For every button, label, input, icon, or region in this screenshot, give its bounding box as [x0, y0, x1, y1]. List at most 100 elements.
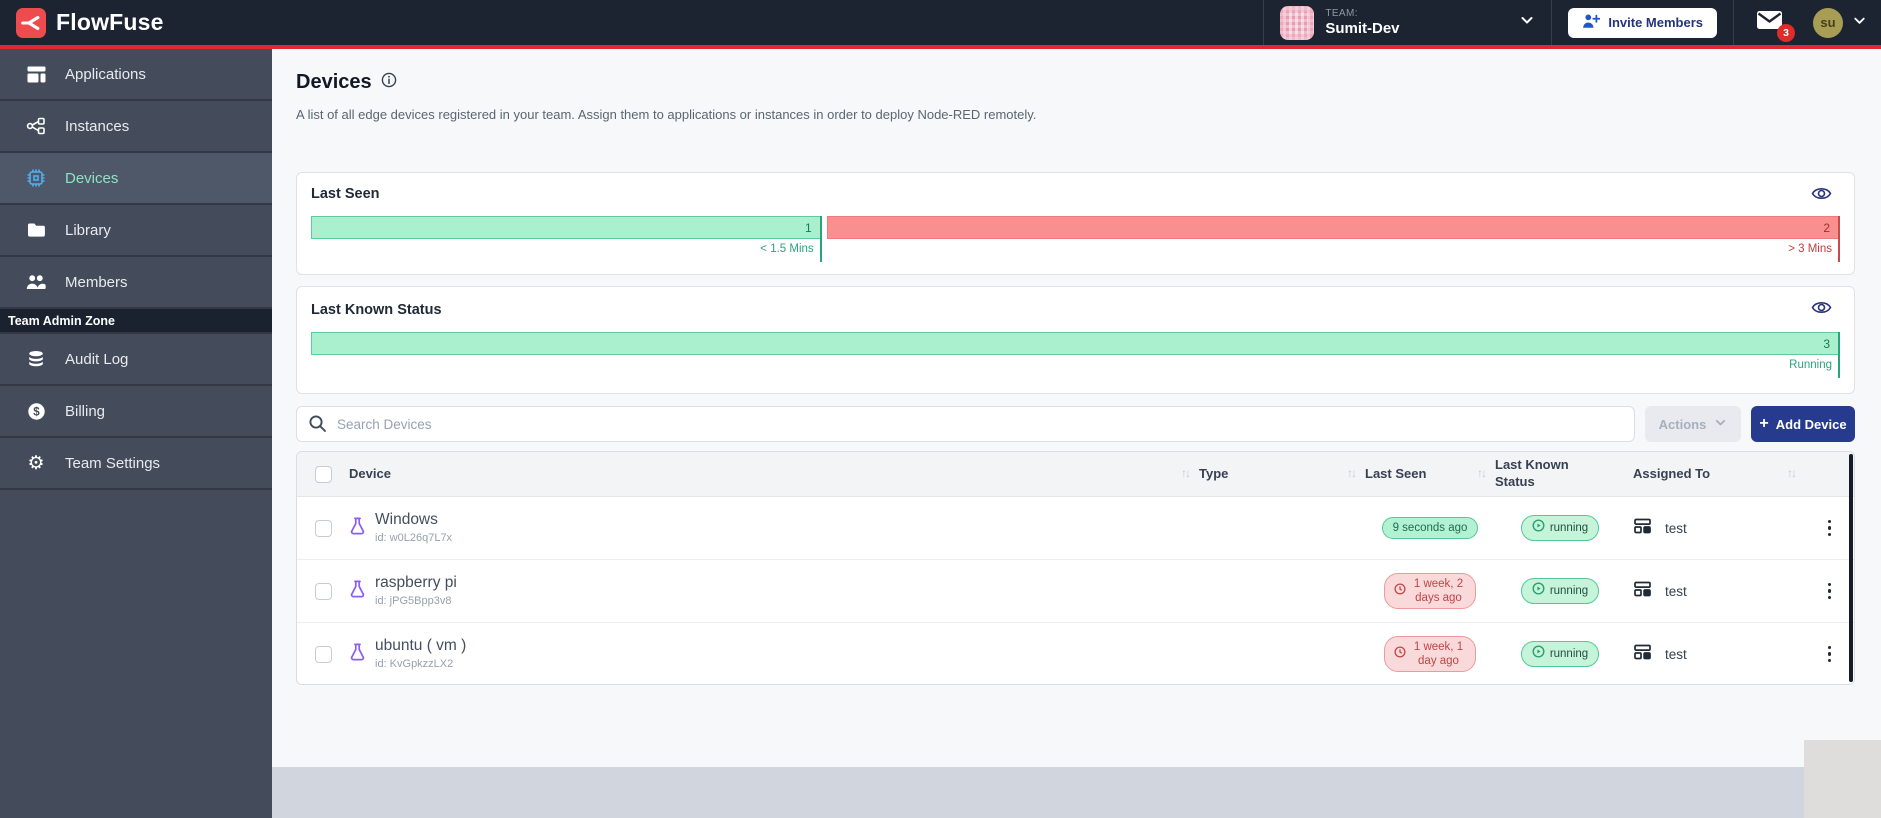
- table-row[interactable]: ubuntu ( vm ) id: KvGpkzzLX2 1 week, 1 d…: [297, 623, 1854, 684]
- assigned-to-link[interactable]: test: [1665, 584, 1687, 599]
- chevron-down-icon: [1714, 416, 1727, 432]
- last-known-status-card: Last Known Status 3 Running: [296, 286, 1855, 394]
- library-icon: [25, 222, 47, 238]
- device-id: id: KvGpkzzLX2: [375, 657, 454, 670]
- actions-button[interactable]: Actions: [1645, 406, 1741, 442]
- status-segment-running: 3 Running: [311, 332, 1840, 378]
- user-plus-icon: [1582, 13, 1601, 32]
- sidebar-item-label: Audit Log: [65, 350, 129, 368]
- add-device-label: Add Device: [1775, 416, 1847, 432]
- table-row[interactable]: raspberry pi id: jPG5Bpp3v8 1 week, 2 da…: [297, 560, 1854, 623]
- last-seen-badge: 9 seconds ago: [1381, 516, 1479, 540]
- col-header-last-known-status: Last Known Status: [1495, 457, 1569, 489]
- sort-icon[interactable]: ↑↓: [1787, 466, 1797, 482]
- col-header-device: Device: [349, 465, 391, 481]
- sidebar-item-label: Instances: [65, 117, 130, 135]
- bar-value: 2: [826, 216, 1838, 239]
- sidebar-item-label: Billing: [65, 402, 106, 420]
- bar-label: < 1.5 Mins: [760, 243, 814, 255]
- play-circle-icon: [1532, 519, 1545, 536]
- table-row[interactable]: Windows id: w0L26q7L7x 9 seconds ago run…: [297, 497, 1854, 560]
- sidebar-item-audit-log[interactable]: Audit Log: [0, 334, 272, 386]
- sidebar-item-library[interactable]: Library: [0, 205, 272, 257]
- eye-icon[interactable]: [1811, 185, 1832, 205]
- vertical-scrollbar[interactable]: [1849, 454, 1853, 682]
- device-name: raspberry pi: [375, 574, 457, 592]
- sidebar-item-label: Devices: [65, 169, 119, 187]
- gear-icon: ⚙: [27, 452, 45, 474]
- eye-icon[interactable]: [1811, 299, 1832, 319]
- flowfuse-logo[interactable]: FlowFuse: [0, 7, 180, 38]
- col-header-type: Type: [1199, 465, 1229, 481]
- bar-label: > 3 Mins: [1788, 243, 1832, 255]
- database-icon: [25, 350, 47, 368]
- sort-icon[interactable]: ↑↓: [1347, 466, 1357, 482]
- team-admin-zone-label: Team Admin Zone: [0, 309, 272, 334]
- row-checkbox[interactable]: [314, 645, 332, 663]
- sidebar-item-instances[interactable]: Instances: [0, 101, 272, 153]
- user-menu[interactable]: su: [1807, 0, 1881, 45]
- select-all-checkbox[interactable]: [314, 465, 332, 483]
- kebab-menu-icon[interactable]: [1824, 516, 1836, 541]
- sidebar-item-devices[interactable]: Devices: [0, 153, 272, 205]
- chevron-down-icon: [1519, 12, 1535, 33]
- team-name: Sumit-Dev: [1325, 19, 1400, 37]
- dollar-icon: $: [25, 402, 47, 421]
- sidebar-item-label: Library: [65, 221, 111, 239]
- info-icon[interactable]: [381, 72, 397, 93]
- bar-label: Running: [1789, 359, 1832, 371]
- col-header-last-seen: Last Seen: [1365, 465, 1427, 481]
- sidebar-item-team-settings[interactable]: ⚙ Team Settings: [0, 438, 272, 490]
- application-icon: [1633, 517, 1652, 540]
- actions-label: Actions: [1658, 416, 1707, 432]
- assigned-to-link[interactable]: test: [1665, 647, 1687, 662]
- row-checkbox[interactable]: [314, 582, 332, 600]
- device-id: id: jPG5Bpp3v8: [375, 594, 452, 607]
- last-seen-badge: 1 week, 2 days ago: [1384, 572, 1476, 610]
- device-id: id: w0L26q7L7x: [375, 531, 453, 544]
- search-input[interactable]: [296, 406, 1635, 442]
- devices-icon: [25, 168, 47, 188]
- flask-icon: [349, 579, 366, 604]
- clock-icon: [1394, 646, 1406, 662]
- flask-icon: [349, 642, 366, 667]
- bar-value: 1: [311, 216, 820, 239]
- sidebar-item-billing[interactable]: $ Billing: [0, 386, 272, 438]
- page-bottom-strip: [272, 767, 1881, 818]
- application-icon: [1633, 643, 1652, 666]
- plus-icon: +: [1759, 415, 1769, 432]
- invite-members-button[interactable]: Invite Members: [1568, 7, 1717, 38]
- last-seen-card: Last Seen 1 < 1.5 Mins 2 > 3 Mins: [296, 172, 1855, 275]
- kebab-menu-icon[interactable]: [1824, 579, 1836, 604]
- sidebar-item-label: Applications: [65, 65, 146, 83]
- status-badge: running: [1520, 641, 1600, 667]
- notifications-button[interactable]: 3: [1734, 0, 1807, 45]
- search-icon: [308, 414, 327, 438]
- row-checkbox[interactable]: [314, 519, 332, 537]
- last-seen-bar-chart: 1 < 1.5 Mins 2 > 3 Mins: [311, 216, 1840, 262]
- devices-table: Device ↑↓ Type ↑↓ Last Seen ↑↓ Last Known S…: [296, 451, 1855, 685]
- applications-icon: [25, 66, 47, 83]
- bar-value: 3: [311, 332, 1838, 355]
- add-device-button[interactable]: + Add Device: [1751, 406, 1855, 442]
- table-header-row: Device ↑↓ Type ↑↓ Last Seen ↑↓ Last Known S…: [297, 452, 1854, 497]
- svg-text:$: $: [33, 406, 40, 418]
- sidebar-item-applications[interactable]: Applications: [0, 49, 272, 101]
- chevron-down-icon: [1852, 13, 1867, 33]
- play-circle-icon: [1532, 582, 1545, 599]
- instances-icon: [25, 117, 47, 135]
- device-name: ubuntu ( vm ): [375, 637, 467, 655]
- application-icon: [1633, 580, 1652, 603]
- page-title: Devices: [296, 71, 372, 93]
- sort-icon[interactable]: ↑↓: [1477, 466, 1487, 482]
- sidebar-item-members[interactable]: Members: [0, 257, 272, 309]
- assigned-to-link[interactable]: test: [1665, 521, 1687, 536]
- col-header-assigned-to: Assigned To: [1633, 465, 1711, 481]
- team-label: TEAM:: [1325, 8, 1358, 20]
- search-box: [296, 406, 1635, 442]
- team-selector[interactable]: TEAM: Sumit-Dev: [1264, 0, 1551, 45]
- flask-icon: [349, 516, 366, 541]
- kebab-menu-icon[interactable]: [1824, 642, 1836, 667]
- sort-icon[interactable]: ↑↓: [1181, 466, 1191, 482]
- sidebar: Applications Instances Devices Library M…: [0, 49, 272, 818]
